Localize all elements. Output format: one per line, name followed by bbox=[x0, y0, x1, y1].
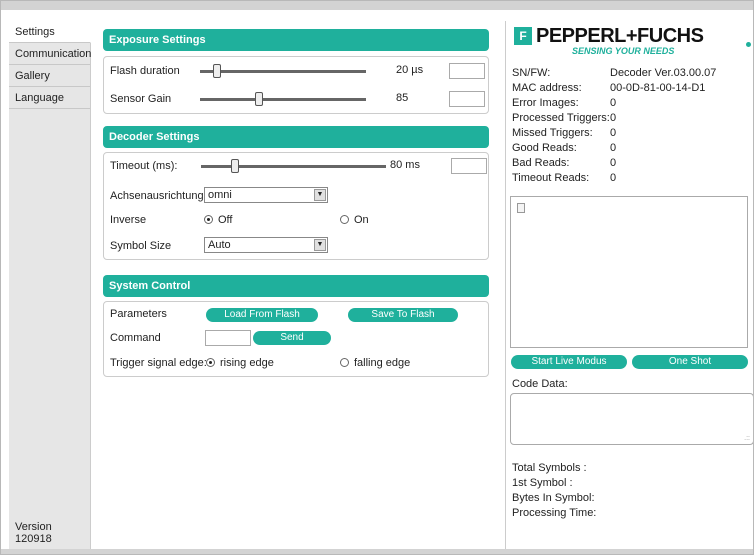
image-placeholder-icon bbox=[517, 203, 525, 213]
exposure-panel: Flash duration 20 µs Sensor Gain 85 bbox=[103, 56, 489, 114]
command-label: Command bbox=[110, 332, 161, 344]
good-reads-value: 0 bbox=[610, 142, 617, 154]
brand-name: PEPPERL+FUCHS bbox=[536, 25, 704, 47]
symbol-size-value: Auto bbox=[208, 239, 231, 251]
inverse-on-radio[interactable]: On bbox=[340, 212, 369, 228]
logo-mark: F bbox=[514, 27, 532, 45]
timeout-value: 80 ms bbox=[390, 159, 420, 171]
sensor-gain-input[interactable] bbox=[449, 91, 485, 107]
sidebar-item-language[interactable]: Language bbox=[9, 87, 90, 109]
missed-triggers-label: Missed Triggers: bbox=[512, 127, 593, 139]
start-live-button[interactable]: Start Live Modus bbox=[511, 355, 627, 369]
inverse-off-radio[interactable]: Off bbox=[204, 212, 232, 228]
status-indicator-icon bbox=[746, 42, 751, 47]
radio-unselected-icon bbox=[340, 358, 349, 367]
system-header: System Control bbox=[103, 275, 489, 297]
sensor-gain-value: 85 bbox=[396, 92, 409, 104]
good-reads-label: Good Reads: bbox=[512, 142, 577, 154]
exposure-header: Exposure Settings bbox=[103, 29, 489, 51]
bottom-bar bbox=[1, 549, 753, 554]
timeout-input[interactable] bbox=[451, 158, 487, 174]
orientation-label: Achsenausrichtung bbox=[110, 190, 204, 202]
slider-track bbox=[201, 165, 386, 168]
inverse-label: Inverse bbox=[110, 214, 147, 226]
timeout-label: Timeout (ms): bbox=[110, 160, 178, 172]
command-input[interactable] bbox=[205, 330, 251, 346]
rising-edge-label: rising edge bbox=[220, 357, 274, 369]
slider-track bbox=[200, 98, 366, 101]
save-to-flash-button[interactable]: Save To Flash bbox=[348, 308, 458, 322]
mac-label: MAC address: bbox=[512, 82, 582, 94]
mac-value: 00-0D-81-00-14-D1 bbox=[610, 82, 706, 94]
slider-thumb[interactable] bbox=[213, 64, 221, 78]
slider-thumb[interactable] bbox=[255, 92, 263, 106]
orientation-value: omni bbox=[208, 189, 232, 201]
one-shot-button[interactable]: One Shot bbox=[632, 355, 748, 369]
top-bar bbox=[1, 1, 753, 10]
radio-selected-icon bbox=[204, 215, 213, 224]
chevron-down-icon: ▼ bbox=[314, 239, 326, 251]
code-data-textarea[interactable]: .:: bbox=[510, 393, 753, 445]
bytes-in-symbol-label: Bytes In Symbol: bbox=[512, 492, 595, 504]
image-viewer bbox=[510, 196, 748, 348]
timeout-reads-label: Timeout Reads: bbox=[512, 172, 590, 184]
first-symbol-label: 1st Symbol : bbox=[512, 477, 573, 489]
flash-duration-value: 20 µs bbox=[396, 64, 424, 76]
radio-selected-icon bbox=[206, 358, 215, 367]
timeout-reads-value: 0 bbox=[610, 172, 617, 184]
falling-edge-radio[interactable]: falling edge bbox=[340, 355, 410, 371]
missed-triggers-value: 0 bbox=[610, 127, 617, 139]
brand-logo: F PEPPERL+FUCHS SENSING YOUR NEEDS bbox=[514, 25, 714, 59]
flash-duration-label: Flash duration bbox=[110, 65, 180, 77]
processing-time-label: Processing Time: bbox=[512, 507, 597, 519]
brand-tagline: SENSING YOUR NEEDS bbox=[572, 46, 675, 56]
sn-fw-label: SN/FW: bbox=[512, 67, 551, 79]
slider-thumb[interactable] bbox=[231, 159, 239, 173]
symbol-size-select[interactable]: Auto ▼ bbox=[204, 237, 328, 253]
trigger-edge-label: Trigger signal edge: bbox=[110, 357, 207, 369]
processed-triggers-value: 0 bbox=[610, 112, 617, 124]
radio-unselected-icon bbox=[340, 215, 349, 224]
sensor-gain-label: Sensor Gain bbox=[110, 93, 172, 105]
settings-panel: Exposure Settings Flash duration 20 µs S… bbox=[91, 21, 501, 551]
inverse-off-label: Off bbox=[218, 214, 233, 226]
flash-duration-slider[interactable] bbox=[200, 64, 366, 78]
sidebar-item-settings[interactable]: Settings bbox=[9, 21, 91, 43]
parameters-label: Parameters bbox=[110, 308, 167, 320]
code-data-label: Code Data: bbox=[512, 378, 568, 390]
bad-reads-value: 0 bbox=[610, 157, 617, 169]
sn-fw-value: Decoder Ver.03.00.07 bbox=[610, 67, 717, 79]
decoder-header: Decoder Settings bbox=[103, 126, 489, 148]
flash-duration-input[interactable] bbox=[449, 63, 485, 79]
inverse-on-label: On bbox=[354, 214, 369, 226]
timeout-slider[interactable] bbox=[201, 159, 386, 173]
sensor-gain-slider[interactable] bbox=[200, 92, 366, 106]
error-images-value: 0 bbox=[610, 97, 617, 109]
app-window: Settings Communication Gallery Language … bbox=[0, 0, 754, 555]
symbol-size-label: Symbol Size bbox=[110, 240, 172, 252]
decoder-panel: Timeout (ms): 80 ms Achsenausrichtung om… bbox=[103, 152, 489, 260]
load-from-flash-button[interactable]: Load From Flash bbox=[206, 308, 318, 322]
status-panel: F PEPPERL+FUCHS SENSING YOUR NEEDS SN/FW… bbox=[505, 21, 753, 551]
system-panel: Parameters Load From Flash Save To Flash… bbox=[103, 301, 489, 377]
send-button[interactable]: Send bbox=[253, 331, 331, 345]
total-symbols-label: Total Symbols : bbox=[512, 462, 587, 474]
sidebar-item-gallery[interactable]: Gallery bbox=[9, 65, 90, 87]
bad-reads-label: Bad Reads: bbox=[512, 157, 570, 169]
chevron-down-icon: ▼ bbox=[314, 189, 326, 201]
version-label: Version 120918 bbox=[15, 521, 52, 545]
resize-grip-icon[interactable]: .:: bbox=[744, 435, 750, 442]
sidebar: Settings Communication Gallery Language … bbox=[9, 21, 91, 551]
error-images-label: Error Images: bbox=[512, 97, 579, 109]
rising-edge-radio[interactable]: rising edge bbox=[206, 355, 274, 371]
sidebar-item-communication[interactable]: Communication bbox=[9, 43, 91, 65]
falling-edge-label: falling edge bbox=[354, 357, 411, 369]
slider-track bbox=[200, 70, 366, 73]
processed-triggers-label: Processed Triggers: bbox=[512, 112, 610, 124]
orientation-select[interactable]: omni ▼ bbox=[204, 187, 328, 203]
